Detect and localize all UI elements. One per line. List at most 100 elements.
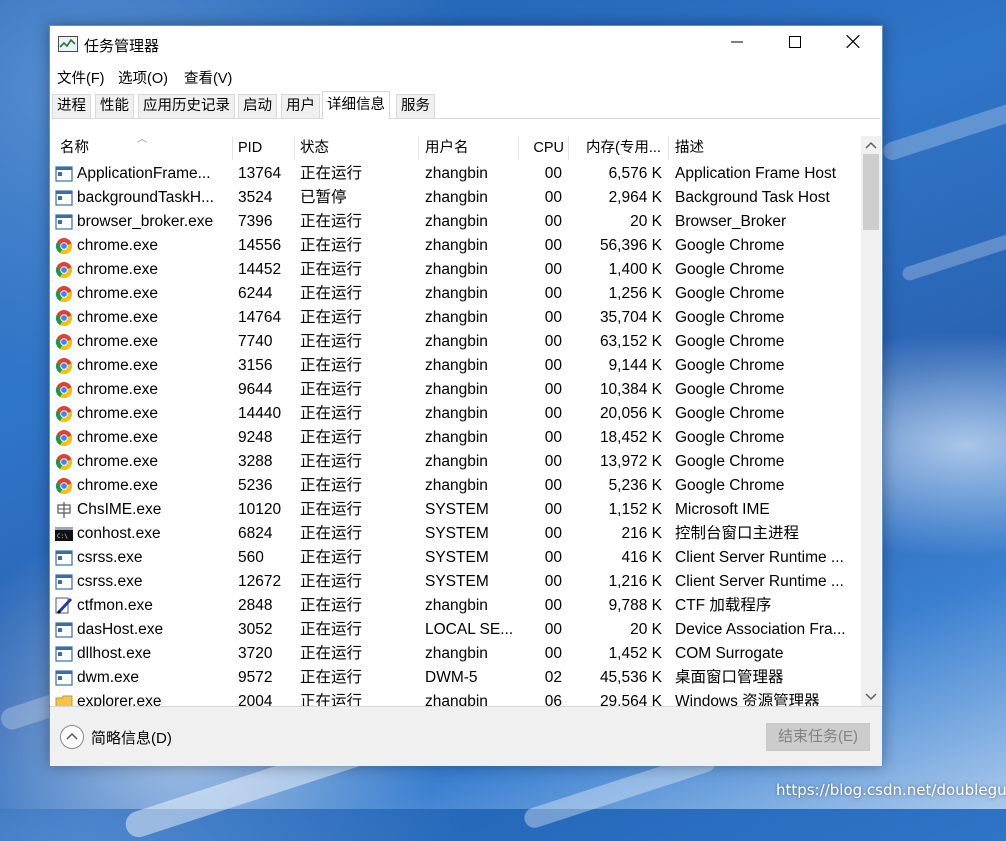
cell-user: zhangbin xyxy=(425,645,488,662)
cell-pid: 10120 xyxy=(238,501,282,518)
menu-options[interactable]: 选项(O) xyxy=(118,67,168,88)
table-row[interactable]: backgroundTaskH... 3524 已暂停 zhangbin 00 2,964… xyxy=(51,186,859,210)
maximize-button[interactable] xyxy=(766,26,824,62)
table-row[interactable]: chrome.exe 9644 正在运行 zhangbin 00 10,384 K Goog… xyxy=(51,378,859,402)
cell-user: zhangbin xyxy=(425,237,488,254)
tab-users[interactable]: 用户 xyxy=(281,94,320,118)
fewer-details-link[interactable]: 简略信息(D) xyxy=(91,727,172,748)
close-icon xyxy=(846,34,860,53)
tab-performance[interactable]: 性能 xyxy=(95,94,134,118)
table-row[interactable]: ApplicationFrame... 13764 正在运行 zhangbin 00 6,… xyxy=(51,162,859,186)
table-row[interactable]: dasHost.exe 3052 正在运行 LOCAL SE... 00 20 K Devi… xyxy=(51,618,859,642)
column-header-memory[interactable]: 内存(专用... xyxy=(569,136,669,160)
cell-user: zhangbin xyxy=(425,693,488,706)
table-row[interactable]: dwm.exe 9572 正在运行 DWM-5 02 45,536 K 桌面窗口管理器 xyxy=(51,666,859,690)
column-cpu-label: CPU xyxy=(533,140,564,156)
cell-name: chrome.exe xyxy=(77,405,158,422)
table-row[interactable]: chrome.exe 3156 正在运行 zhangbin 00 9,144 K Googl… xyxy=(51,354,859,378)
table-row[interactable]: chrome.exe 14556 正在运行 zhangbin 00 56,396 K Goo… xyxy=(51,234,859,258)
cell-name: ChsIME.exe xyxy=(77,501,162,518)
cell-pid: 2848 xyxy=(238,597,273,614)
table-row[interactable]: ctfmon.exe 2848 正在运行 zhangbin 00 9,788 K CTF 加… xyxy=(51,594,859,618)
close-button[interactable] xyxy=(824,26,882,62)
cell-cpu: 02 xyxy=(544,669,562,686)
tab-startup[interactable]: 启动 xyxy=(238,94,277,118)
cell-status: 正在运行 xyxy=(300,525,363,542)
table-row[interactable]: chrome.exe 14440 正在运行 zhangbin 00 20,056 K Goo… xyxy=(51,402,859,426)
cell-name: conhost.exe xyxy=(77,525,161,542)
table-row[interactable]: chrome.exe 6244 正在运行 zhangbin 00 1,256 K Googl… xyxy=(51,282,859,306)
tab-services[interactable]: 服务 xyxy=(396,94,435,118)
pen-icon xyxy=(55,597,73,615)
title-bar[interactable]: 任务管理器 xyxy=(50,26,882,62)
cell-description: Background Task Host xyxy=(675,189,830,206)
table-row[interactable]: explorer.exe 2004 正在运行 zhangbin 06 29,564 K Wi… xyxy=(51,690,859,706)
app-window-icon xyxy=(55,645,73,663)
table-row[interactable]: C:\ conhost.exe 6824 正在运行 SYSTEM 00 216 K 控制台窗口… xyxy=(51,522,859,546)
table-row[interactable]: ChsIME.exe 10120 正在运行 SYSTEM 00 1,152 K Micros… xyxy=(51,498,859,522)
cell-memory: 45,536 K xyxy=(599,669,662,686)
cell-memory: 63,152 K xyxy=(599,333,662,350)
tab-details[interactable]: 详细信息 xyxy=(322,91,390,119)
cell-pid: 13764 xyxy=(238,165,282,182)
table-row[interactable]: csrss.exe 560 正在运行 SYSTEM 00 416 K Client Serv… xyxy=(51,546,859,570)
cell-status: 正在运行 xyxy=(300,165,363,182)
cell-cpu: 00 xyxy=(544,597,562,614)
column-header-status[interactable]: 状态 xyxy=(295,136,419,160)
scrollbar-thumb[interactable] xyxy=(863,154,879,230)
column-header-user[interactable]: 用户名 xyxy=(419,136,519,160)
cell-pid: 9644 xyxy=(238,381,273,398)
chrome-icon xyxy=(55,333,73,351)
cell-description: Browser_Broker xyxy=(675,213,787,230)
scroll-down-arrow-icon[interactable] xyxy=(861,688,881,706)
table-row[interactable]: csrss.exe 12672 正在运行 SYSTEM 00 1,216 K Client … xyxy=(51,570,859,594)
cell-memory: 13,972 K xyxy=(599,453,662,470)
cell-memory: 9,788 K xyxy=(608,597,662,614)
menu-view[interactable]: 查看(V) xyxy=(184,67,232,88)
cell-cpu: 00 xyxy=(544,525,562,542)
cell-pid: 560 xyxy=(238,549,264,566)
minimize-button[interactable] xyxy=(708,26,766,62)
end-task-button[interactable]: 结束任务(E) xyxy=(766,723,870,751)
cell-pid: 3052 xyxy=(238,621,273,638)
table-row[interactable]: chrome.exe 9248 正在运行 zhangbin 00 18,452 K Goog… xyxy=(51,426,859,450)
cell-cpu: 00 xyxy=(544,501,562,518)
column-memory-label: 内存(专用... xyxy=(586,140,661,156)
table-row[interactable]: chrome.exe 5236 正在运行 zhangbin 00 5,236 K Googl… xyxy=(51,474,859,498)
app-window-icon xyxy=(55,573,73,591)
cell-user: zhangbin xyxy=(425,429,488,446)
table-row[interactable]: browser_broker.exe 7396 正在运行 zhangbin 00 20 K… xyxy=(51,210,859,234)
window-title: 任务管理器 xyxy=(84,38,160,55)
cell-name: chrome.exe xyxy=(77,261,158,278)
fewer-details-toggle[interactable] xyxy=(60,725,84,749)
menu-file[interactable]: 文件(F) xyxy=(57,67,105,88)
folder-icon xyxy=(55,693,73,706)
table-row[interactable]: dllhost.exe 3720 正在运行 zhangbin 00 1,452 K COM … xyxy=(51,642,859,666)
cell-description: Google Chrome xyxy=(675,477,785,494)
table-row[interactable]: chrome.exe 14452 正在运行 zhangbin 00 1,400 K Goog… xyxy=(51,258,859,282)
cell-memory: 1,152 K xyxy=(608,501,662,518)
cell-description: CTF 加载程序 xyxy=(675,597,772,614)
table-row[interactable]: chrome.exe 14764 正在运行 zhangbin 00 35,704 K Goo… xyxy=(51,306,859,330)
cell-status: 正在运行 xyxy=(300,477,363,494)
table-row[interactable]: chrome.exe 7740 正在运行 zhangbin 00 63,152 K Goog… xyxy=(51,330,859,354)
vertical-scrollbar[interactable] xyxy=(861,136,881,706)
column-header-description[interactable]: 描述 xyxy=(669,136,859,160)
cell-cpu: 00 xyxy=(544,621,562,638)
cell-status: 正在运行 xyxy=(300,357,363,374)
cell-name: csrss.exe xyxy=(77,549,143,566)
column-header-cpu[interactable]: CPU xyxy=(519,136,569,160)
scroll-up-arrow-icon[interactable] xyxy=(861,136,881,154)
cell-cpu: 00 xyxy=(544,405,562,422)
cell-pid: 3156 xyxy=(238,357,273,374)
cell-user: zhangbin xyxy=(425,261,488,278)
column-header-name[interactable]: ︿ 名称 xyxy=(51,136,233,160)
tab-app-history[interactable]: 应用历史记录 xyxy=(138,94,235,118)
tab-processes[interactable]: 进程 xyxy=(52,94,91,118)
cell-user: SYSTEM xyxy=(425,549,489,566)
column-header-pid[interactable]: PID xyxy=(233,136,295,160)
cell-status: 正在运行 xyxy=(300,237,363,254)
column-description-label: 描述 xyxy=(675,140,704,156)
table-row[interactable]: chrome.exe 3288 正在运行 zhangbin 00 13,972 K Goog… xyxy=(51,450,859,474)
cell-pid: 9572 xyxy=(238,669,273,686)
